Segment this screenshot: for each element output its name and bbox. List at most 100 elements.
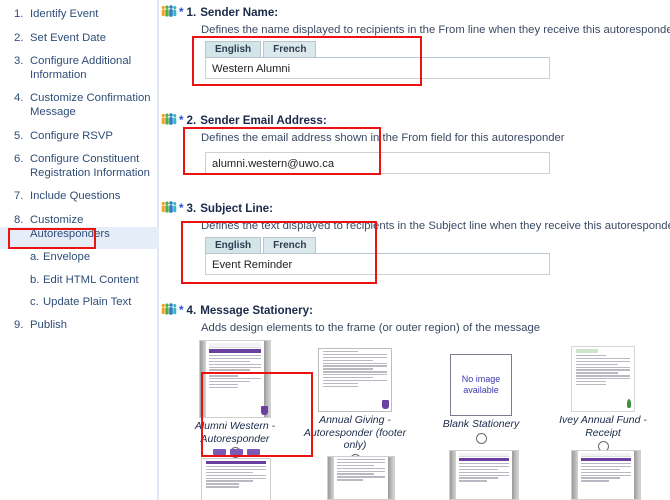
thumb-text-line bbox=[337, 470, 385, 472]
sidebar-item-include-questions[interactable]: 7. Include Questions bbox=[0, 190, 157, 204]
thumb-text-line bbox=[209, 383, 238, 386]
stationery-radio-blank-stationery[interactable] bbox=[475, 432, 487, 444]
thumb-text-line bbox=[576, 363, 619, 365]
sender-email-input[interactable]: alumni.western@uwo.ca bbox=[205, 152, 550, 174]
section-number: 1. bbox=[186, 5, 197, 19]
step-number: 1. bbox=[14, 8, 24, 20]
section-title: Sender Name: bbox=[200, 5, 279, 19]
thumb-text-line bbox=[206, 466, 266, 468]
thumb-header bbox=[459, 453, 509, 457]
sidebar-item-publish[interactable]: 9. Publish bbox=[0, 319, 157, 333]
thumb-text-line bbox=[209, 386, 238, 389]
people-group-icon bbox=[161, 5, 177, 17]
sidebar-item-edit-html-content[interactable]: b. Edit HTML Content bbox=[0, 274, 157, 288]
subject-line-input[interactable]: Event Reminder bbox=[205, 254, 550, 275]
thumb-text-line bbox=[459, 477, 498, 479]
thumb-text-line bbox=[459, 468, 498, 471]
thumb-text-line bbox=[337, 476, 385, 478]
sidebar-item-label: Edit HTML Content bbox=[43, 273, 139, 286]
western-newsletter-thumb bbox=[201, 458, 271, 500]
thumb-text-line bbox=[581, 474, 631, 476]
thumb-text-line bbox=[323, 353, 387, 356]
stationery-thumb-row2-1[interactable] bbox=[201, 448, 271, 500]
thumb-text-line bbox=[323, 368, 373, 370]
sidebar-item-update-plain-text[interactable]: c. Update Plain Text bbox=[0, 296, 157, 310]
substep-letter: c. bbox=[30, 296, 39, 309]
wizard-step-sidebar: 1. Identify Event 2. Set Event Date 3. C… bbox=[0, 0, 159, 500]
sidebar-item-customize-confirmation-message[interactable]: 4. Customize Confirmation Message bbox=[0, 92, 157, 119]
western-newsletter-thumb bbox=[199, 340, 271, 418]
thumb-text-line bbox=[323, 385, 359, 387]
stationery-thumb-row2-3[interactable] bbox=[449, 450, 519, 500]
sidebar-item-configure-additional-information[interactable]: 3. Configure Additional Information bbox=[0, 55, 157, 82]
thumb-text-line bbox=[323, 374, 387, 376]
tab-french[interactable]: French bbox=[263, 237, 317, 253]
thumb-text-line bbox=[206, 468, 266, 471]
step-number: 5. bbox=[14, 129, 24, 142]
thumb-text-line bbox=[323, 365, 387, 367]
thumb-text-line bbox=[581, 477, 620, 479]
sidebar-item-set-event-date[interactable]: 2. Set Event Date bbox=[0, 32, 157, 46]
thumb-text-line bbox=[209, 378, 261, 380]
tab-french[interactable]: French bbox=[263, 41, 317, 57]
thumb-text-line bbox=[323, 356, 387, 359]
sidebar-item-customize-autoresponders[interactable]: 8. Customize Autoresponders bbox=[0, 214, 157, 241]
section-header: * 3. Subject Line: bbox=[161, 200, 670, 216]
step-number: 4. bbox=[14, 92, 24, 105]
thumb-text-line bbox=[206, 483, 239, 485]
sidebar-item-label: Configure RSVP bbox=[30, 129, 113, 142]
section-title: Message Stationery: bbox=[200, 303, 313, 317]
thumb-text-line bbox=[576, 381, 606, 383]
thumb-text-line bbox=[459, 471, 509, 473]
step-number: 2. bbox=[14, 31, 24, 44]
sidebar-item-envelope[interactable]: a. Envelope bbox=[0, 251, 157, 265]
stationery-option-ivey-annual-fund[interactable]: Ivey Annual Fund - Receipt bbox=[543, 332, 663, 452]
thumb-text-line bbox=[576, 375, 630, 377]
thumb-text-line bbox=[459, 480, 487, 482]
thumb-text-line bbox=[576, 360, 630, 363]
no-image-available: No image available bbox=[450, 354, 512, 416]
sidebar-item-label: Update Plain Text bbox=[43, 296, 132, 309]
sidebar-item-identify-event[interactable]: 1. Identify Event bbox=[0, 8, 157, 22]
thumb-text-line bbox=[209, 369, 250, 371]
thumb-text-line bbox=[576, 383, 606, 386]
tab-english[interactable]: English bbox=[205, 237, 262, 253]
thumb-text-line bbox=[581, 468, 620, 471]
sidebar-item-label: Envelope bbox=[43, 251, 91, 264]
stationery-option-label: Alumni Western - Autoresponder bbox=[194, 420, 276, 445]
section-header: * 4. Message Stationery: bbox=[161, 302, 670, 318]
step-number: 8. bbox=[14, 213, 24, 226]
thumb-text-line bbox=[323, 382, 359, 385]
thumb-text-line bbox=[206, 486, 239, 488]
stationery-option-label: Annual Giving - Autoresponder (footer on… bbox=[303, 414, 407, 451]
stationery-option-annual-giving[interactable]: Annual Giving - Autoresponder (footer on… bbox=[295, 332, 415, 465]
thumb-text-line bbox=[337, 459, 385, 461]
stationery-option-alumni-western[interactable]: Alumni Western - Autoresponder bbox=[175, 338, 295, 458]
substep-letter: a. bbox=[30, 251, 40, 264]
stationery-thumb-row2-2[interactable] bbox=[327, 456, 397, 500]
required-asterisk: * bbox=[179, 303, 184, 317]
thumb-text-line bbox=[459, 465, 509, 468]
thumb-text-line bbox=[323, 379, 387, 382]
thumb-text-line bbox=[209, 360, 250, 363]
thumb-header bbox=[581, 453, 631, 457]
stationery-option-blank-stationery[interactable]: No image available Blank Stationery bbox=[421, 352, 541, 444]
step-number: 7. bbox=[14, 190, 24, 203]
sidebar-item-configure-constituent-registration-information[interactable]: 6. Configure Constituent Registration In… bbox=[0, 153, 157, 180]
people-group-icon bbox=[161, 201, 177, 213]
required-asterisk: * bbox=[179, 5, 184, 19]
substep-letter: b. bbox=[30, 273, 40, 286]
section-header: * 2. Sender Email Address: bbox=[161, 112, 670, 128]
stationery-next-row bbox=[161, 448, 670, 500]
sidebar-item-configure-rsvp[interactable]: 5. Configure RSVP bbox=[0, 130, 157, 144]
thumb-text-line bbox=[206, 474, 266, 476]
sender-name-input[interactable]: Western Alumni bbox=[205, 58, 550, 79]
stationery-thumb-row2-4[interactable] bbox=[571, 450, 641, 500]
tab-english[interactable]: English bbox=[205, 41, 262, 57]
envelope-configuration-page: 1. Identify Event 2. Set Event Date 3. C… bbox=[0, 0, 670, 500]
sidebar-item-label: Customize Autoresponders bbox=[30, 213, 110, 240]
thumb-text-line bbox=[323, 362, 387, 364]
thumb-text-line bbox=[581, 465, 631, 468]
stationery-option-label: Blank Stationery bbox=[442, 418, 520, 430]
step-number: 9. bbox=[14, 318, 24, 331]
